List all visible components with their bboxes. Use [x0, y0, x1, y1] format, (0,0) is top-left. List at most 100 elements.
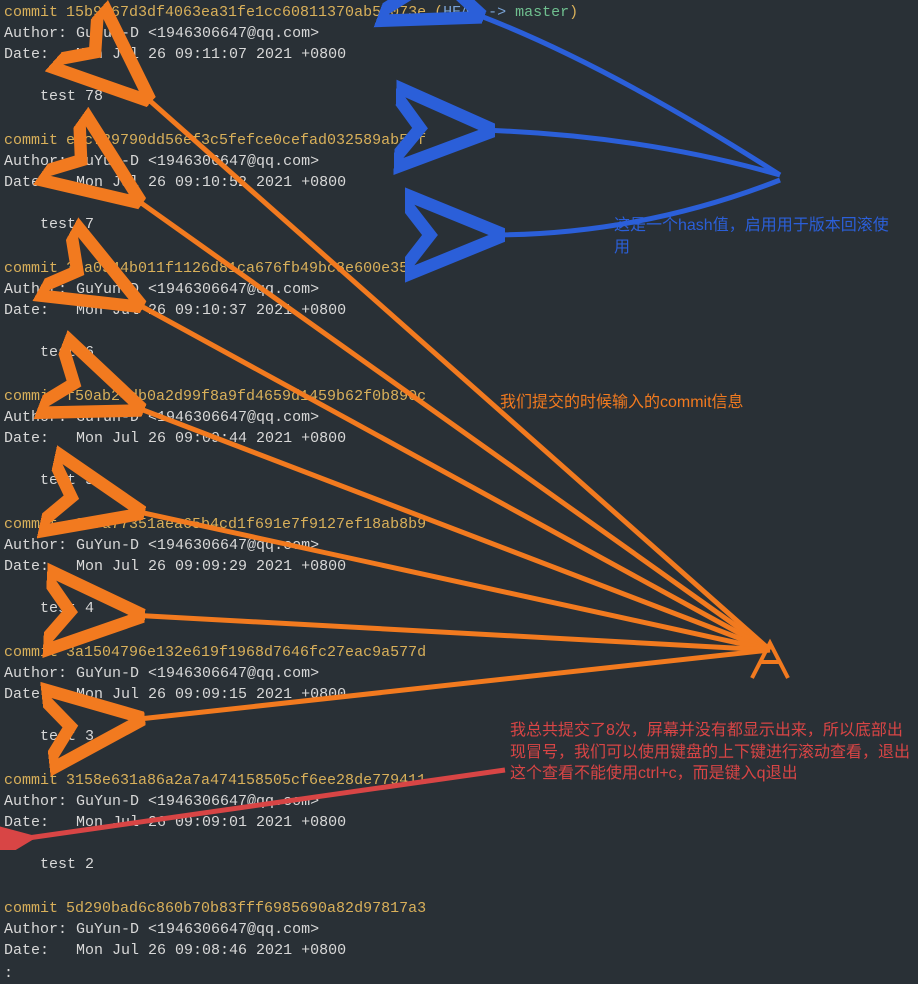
author-line: Author: GuYun-D <1946306647@qq.com> [4, 279, 914, 300]
author-label: Author: [4, 281, 67, 298]
commit-hash: a9e7a77351aea65b4cd1f691e7f9127ef18ab8b9 [66, 514, 426, 535]
commit-message: test 6 [40, 342, 94, 363]
commit-message-line: test 78 [4, 86, 914, 107]
paren-close: ) [569, 4, 578, 21]
commit-block: commit3ba0544b011f1126d81ca676fb49bc8e60… [4, 258, 914, 384]
prompt-line: : [4, 963, 914, 984]
date-line: Date: Mon Jul 26 09:11:07 2021 +0800 [4, 44, 914, 65]
commit-message: test 3 [40, 726, 94, 747]
blank-line [4, 449, 914, 470]
author-label: Author: [4, 793, 67, 810]
commit-message: test 2 [40, 854, 94, 875]
commit-hash-line: commit a9e7a77351aea65b4cd1f691e7f9127ef1… [4, 514, 914, 535]
commit-message-line: test 5 [4, 470, 914, 491]
author-label: Author: [4, 409, 67, 426]
commit-message: test 4 [40, 598, 94, 619]
author-line: Author: GuYun-D <1946306647@qq.com> [4, 535, 914, 556]
blank-line [4, 875, 914, 896]
author-line: Author: GuYun-D <1946306647@qq.com> [4, 407, 914, 428]
commit-word: commit [4, 514, 58, 535]
blank-line [4, 193, 914, 214]
author-value: GuYun-D <1946306647@qq.com> [76, 793, 319, 810]
date-line: Date: Mon Jul 26 09:09:44 2021 +0800 [4, 428, 914, 449]
commit-message-line: test 7 [4, 214, 914, 235]
date-line: Date: Mon Jul 26 09:09:01 2021 +0800 [4, 812, 914, 833]
commit-hash-line: commit 3a1504796e132e619f1968d7646fc27eac… [4, 642, 914, 663]
commit-hash-line: commit 15b9067d3df4063ea31fe1cc60811370ab… [4, 2, 914, 23]
author-value: GuYun-D <1946306647@qq.com> [76, 537, 319, 554]
commit-hash-line: commit3ba0544b011f1126d81ca676fb49bc8e60… [4, 258, 914, 279]
author-label: Author: [4, 25, 67, 42]
commit-word: commit [4, 642, 58, 663]
commit-word: commit [4, 2, 58, 23]
author-line: Author: GuYun-D <1946306647@qq.com> [4, 23, 914, 44]
commit-message-line: test 3 [4, 726, 914, 747]
blank-line [4, 65, 914, 86]
author-line: Author: GuYun-D <1946306647@qq.com> [4, 791, 914, 812]
date-line: Date: Mon Jul 26 09:10:37 2021 +0800 [4, 300, 914, 321]
commit-word: commit [4, 258, 58, 279]
commit-hash-line: commit f50ab24db0a2d99f8a9fd4659d1459b62f… [4, 386, 914, 407]
terminal-output: commit 15b9067d3df4063ea31fe1cc60811370ab… [4, 2, 914, 961]
date-label: Date: [4, 558, 49, 575]
commit-hash: efcf29790dd56ef3c5fefce0cefad032589ab50f [66, 130, 426, 151]
author-value: GuYun-D <1946306647@qq.com> [76, 153, 319, 170]
author-label: Author: [4, 153, 67, 170]
commit-hash: f50ab24db0a2d99f8a9fd4659d1459b62f0b890c [66, 386, 426, 407]
commit-block: commit 3158e631a86a2a7a474158505cf6ee28de… [4, 770, 914, 896]
commit-message-line: test 4 [4, 598, 914, 619]
author-value: GuYun-D <1946306647@qq.com> [76, 409, 319, 426]
date-line: Date: Mon Jul 26 09:09:29 2021 +0800 [4, 556, 914, 577]
commit-message: test 5 [40, 470, 94, 491]
date-value: Mon Jul 26 09:09:15 2021 +0800 [76, 686, 346, 703]
commit-word: commit [4, 770, 58, 791]
commit-message-line: test 2 [4, 854, 914, 875]
commit-message: test 78 [40, 86, 103, 107]
branch-name: master [515, 4, 569, 21]
author-label: Author: [4, 921, 67, 938]
blank-line [4, 747, 914, 768]
commit-word: commit [4, 130, 58, 151]
blank-line [4, 235, 914, 256]
blank-line [4, 577, 914, 598]
date-line: Date: Mon Jul 26 09:08:46 2021 +0800 [4, 940, 914, 961]
commit-hash: 3158e631a86a2a7a474158505cf6ee28de779411 [66, 770, 426, 791]
date-value: Mon Jul 26 09:11:07 2021 +0800 [76, 46, 346, 63]
author-value: GuYun-D <1946306647@qq.com> [76, 281, 319, 298]
date-value: Mon Jul 26 09:10:37 2021 +0800 [76, 302, 346, 319]
date-line: Date: Mon Jul 26 09:09:15 2021 +0800 [4, 684, 914, 705]
commit-hash: 5d290bad6c860b70b83fff6985690a82d97817a3 [66, 898, 426, 919]
date-label: Date: [4, 814, 49, 831]
commit-block: commit5d290bad6c860b70b83fff6985690a82d9… [4, 898, 914, 961]
commit-hash-line: commit5d290bad6c860b70b83fff6985690a82d9… [4, 898, 914, 919]
commit-hash: 3a1504796e132e619f1968d7646fc27eac9a577d [66, 642, 426, 663]
commit-block: commit 3a1504796e132e619f1968d7646fc27eac… [4, 642, 914, 768]
commit-block: commit 15b9067d3df4063ea31fe1cc60811370ab… [4, 2, 914, 128]
date-value: Mon Jul 26 09:09:29 2021 +0800 [76, 558, 346, 575]
commit-word: commit [4, 386, 58, 407]
commit-message: test 7 [40, 214, 94, 235]
author-value: GuYun-D <1946306647@qq.com> [76, 25, 319, 42]
date-label: Date: [4, 942, 49, 959]
blank-line [4, 833, 914, 854]
date-value: Mon Jul 26 09:10:52 2021 +0800 [76, 174, 346, 191]
arrow-text: -> [488, 4, 506, 21]
commit-hash-line: commit efcf29790dd56ef3c5fefce0cefad03258… [4, 130, 914, 151]
blank-line [4, 705, 914, 726]
commit-message-line: test 6 [4, 342, 914, 363]
date-label: Date: [4, 686, 49, 703]
blank-line [4, 363, 914, 384]
commit-hash: 15b9067d3df4063ea31fe1cc60811370ab5e073e [66, 2, 426, 23]
author-label: Author: [4, 665, 67, 682]
date-value: Mon Jul 26 09:08:46 2021 +0800 [76, 942, 346, 959]
date-label: Date: [4, 302, 49, 319]
author-line: Author: GuYun-D <1946306647@qq.com> [4, 919, 914, 940]
author-line: Author: GuYun-D <1946306647@qq.com> [4, 663, 914, 684]
commit-hash-line: commit 3158e631a86a2a7a474158505cf6ee28de… [4, 770, 914, 791]
date-line: Date: Mon Jul 26 09:10:52 2021 +0800 [4, 172, 914, 193]
paren-open: ( [434, 4, 443, 21]
blank-line [4, 107, 914, 128]
date-label: Date: [4, 174, 49, 191]
commit-block: commit efcf29790dd56ef3c5fefce0cefad03258… [4, 130, 914, 256]
commit-block: commit a9e7a77351aea65b4cd1f691e7f9127ef1… [4, 514, 914, 640]
